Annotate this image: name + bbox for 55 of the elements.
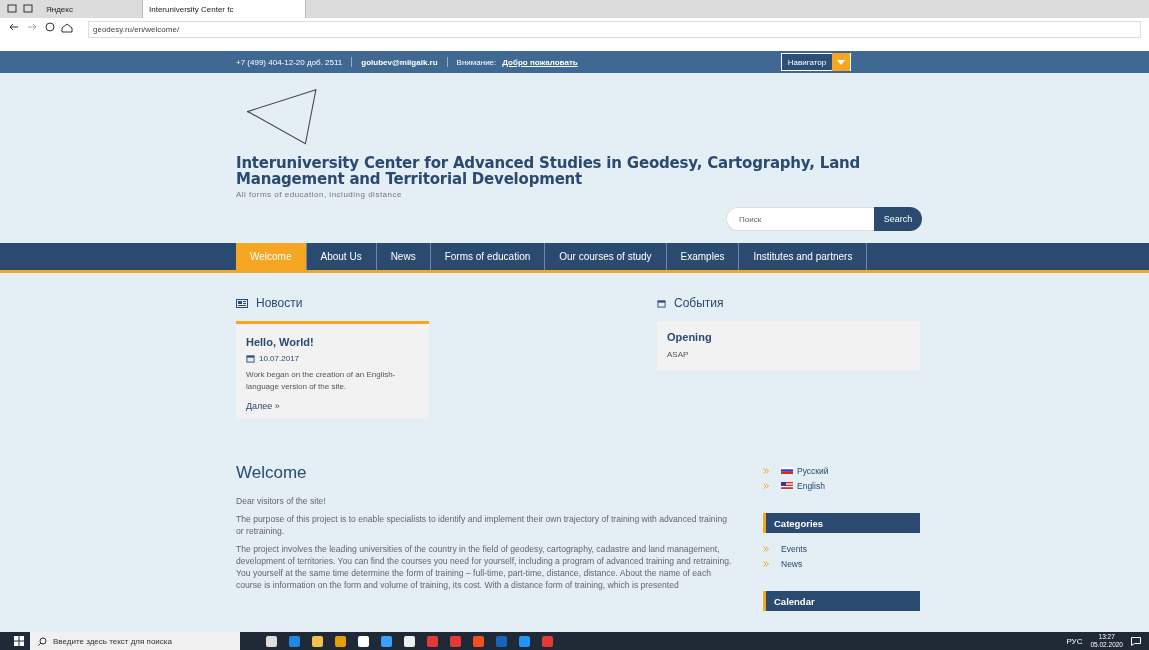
taskbar-search-field[interactable]: Введите здесь текст для поиска <box>30 632 240 650</box>
flag-icon <box>781 467 793 474</box>
page-heading: Welcome <box>236 463 308 483</box>
news-title[interactable]: Hello, World! <box>246 336 419 348</box>
chevron-icon <box>763 467 769 474</box>
app-icon[interactable] <box>358 635 369 647</box>
app-icon[interactable] <box>404 635 415 647</box>
app-icon[interactable] <box>312 635 323 647</box>
calendar-icon <box>246 354 255 363</box>
notification-icon[interactable] <box>1131 636 1141 646</box>
news-date: 10.07.2017 <box>259 354 300 363</box>
news-text: Work began on the creation of an English-language version of the site. <box>246 369 397 393</box>
chevron-icon <box>763 482 769 489</box>
search-field[interactable]: Поиск <box>726 207 874 231</box>
nav-item[interactable]: Institutes and partners <box>739 243 868 270</box>
language-link[interactable]: Русский <box>763 463 920 478</box>
paragraph: The purpose of this project is to enable specialists to identify and implement their own trajectory of training with advanced training or retraining. <box>236 513 729 537</box>
caret-icon <box>837 59 846 65</box>
phone-number: +7 (499) 404-12-20 доб. 2511 <box>236 57 343 67</box>
welcome-link[interactable]: Добро пожаловать <box>502 57 578 67</box>
event-text: ASAP <box>667 349 690 361</box>
navigator-button[interactable]: Навигатор <box>780 53 852 71</box>
search-button[interactable]: Search <box>874 207 922 231</box>
language-indicator[interactable]: РУС <box>1066 636 1083 646</box>
site-title: Interuniversity Center for Advanced Studies in Geodesy, Cartography, Land Management and Territorial Development <box>236 155 862 187</box>
language-link[interactable]: English <box>763 478 920 493</box>
flag-icon <box>781 482 793 489</box>
nav-item[interactable]: Forms of education <box>430 243 546 270</box>
chevron-icon <box>763 545 769 552</box>
calendar-heading: Calendar <box>763 591 920 611</box>
paragraph: Dear visitors of the site! <box>236 495 327 507</box>
nav-item[interactable]: News <box>376 243 431 270</box>
site-subtitle: All forms of education, including distance <box>236 190 403 199</box>
more-link[interactable]: Далее » <box>246 401 419 411</box>
notice-label: Внимание: <box>456 57 497 67</box>
paragraph: The project involves the leading universities of the country in the field of geodesy, cartography, cadastre and land management, development of territories. You can find the courses you need for yourself, including a program of advanced training and retraining. You yourself at the same time determine the form of training – full-time, part-time, distance, distance. About the name of each course is information on the form and volume of training, its cost. With a distance form of training, which is presented <box>236 543 733 591</box>
categories-heading: Categories <box>763 513 920 533</box>
windows-icon[interactable] <box>14 636 24 646</box>
email-address[interactable]: golubev@miigaik.ru <box>361 57 438 67</box>
calendar-icon <box>657 298 666 308</box>
search-icon <box>38 636 47 646</box>
category-link[interactable]: News <box>763 556 920 571</box>
news-heading: Новости <box>256 296 303 310</box>
newspaper-icon <box>236 298 248 308</box>
chevron-icon <box>763 560 769 567</box>
event-title[interactable]: Opening <box>667 331 910 343</box>
events-heading: События <box>674 296 724 310</box>
app-icon[interactable] <box>335 635 346 647</box>
nav-item[interactable]: About Us <box>306 243 377 270</box>
category-link[interactable]: Events <box>763 541 920 556</box>
address-bar[interactable]: geodesy.ru/en/welcome/ <box>88 21 1141 38</box>
nav-item[interactable]: Our courses of study <box>545 243 667 270</box>
nav-item[interactable]: Examples <box>666 243 740 270</box>
browser-tab[interactable]: Interuniversity Center fc <box>143 0 306 18</box>
app-icon[interactable] <box>266 635 277 647</box>
